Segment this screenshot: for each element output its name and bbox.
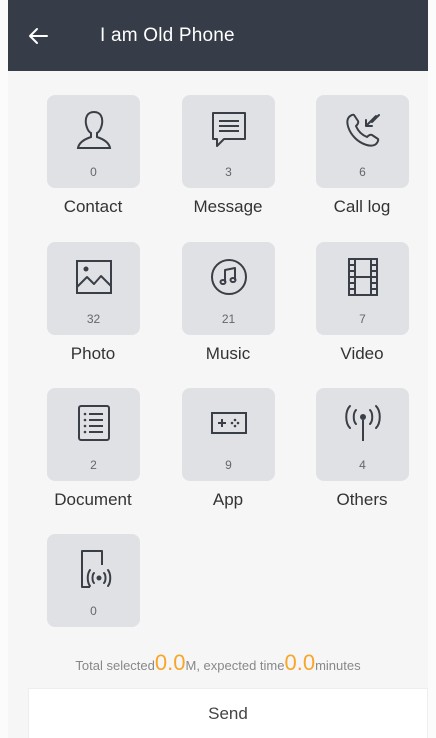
message-count: 3 bbox=[225, 165, 232, 179]
music-count: 21 bbox=[221, 312, 236, 326]
app-header: I am Old Phone bbox=[8, 0, 428, 71]
selection-summary: Total selected0.0M, expected time0.0minu… bbox=[8, 650, 428, 676]
size-unit-text: M, expected time bbox=[185, 658, 285, 673]
person-icon bbox=[71, 107, 117, 153]
others-count: 4 bbox=[359, 458, 366, 472]
arrow-left-icon bbox=[29, 27, 48, 44]
film-icon bbox=[340, 254, 386, 300]
video-tile[interactable]: 7 bbox=[316, 242, 409, 335]
contact-label: Contact bbox=[63, 197, 123, 216]
music-label: Music bbox=[205, 344, 251, 363]
document-count: 2 bbox=[90, 458, 97, 472]
document-tile[interactable]: 2 bbox=[47, 388, 140, 481]
others-label: Others bbox=[336, 490, 388, 509]
expected-time-value: 0.0 bbox=[284, 650, 316, 675]
summary-prefix: Total selected bbox=[75, 658, 155, 673]
image-icon bbox=[71, 254, 117, 300]
back-button[interactable] bbox=[8, 0, 68, 71]
document-label: Document bbox=[54, 490, 132, 509]
document-list-icon bbox=[71, 400, 117, 446]
page-title: I am Old Phone bbox=[100, 24, 235, 46]
music-tile[interactable]: 21 bbox=[182, 242, 275, 335]
time-unit-text: minutes bbox=[315, 658, 361, 673]
call-log-label: Call log bbox=[333, 197, 391, 216]
contact-tile[interactable]: 0 bbox=[47, 95, 140, 188]
others-tile[interactable]: 4 bbox=[316, 388, 409, 481]
phone-signal-icon bbox=[71, 546, 117, 592]
app-tile[interactable]: 9 bbox=[182, 388, 275, 481]
message-label: Message bbox=[193, 197, 263, 216]
app-count: 9 bbox=[225, 458, 232, 472]
gamepad-icon bbox=[206, 400, 252, 446]
right-edge bbox=[428, 0, 436, 738]
call-log-count: 6 bbox=[359, 165, 366, 179]
phone-call-icon bbox=[340, 107, 386, 153]
message-icon bbox=[206, 107, 252, 153]
photo-count: 32 bbox=[86, 312, 101, 326]
antenna-icon bbox=[340, 400, 386, 446]
video-count: 7 bbox=[359, 312, 366, 326]
photo-tile[interactable]: 32 bbox=[47, 242, 140, 335]
music-note-icon bbox=[206, 254, 252, 300]
send-button[interactable]: Send bbox=[28, 688, 428, 738]
app-label: App bbox=[212, 490, 244, 509]
video-label: Video bbox=[340, 344, 384, 363]
left-edge bbox=[0, 0, 8, 738]
contact-count: 0 bbox=[90, 165, 97, 179]
call-log-tile[interactable]: 6 bbox=[316, 95, 409, 188]
message-tile[interactable]: 3 bbox=[182, 95, 275, 188]
selected-size-value: 0.0 bbox=[154, 650, 186, 675]
phone-signal-tile[interactable]: 0 bbox=[47, 534, 140, 627]
photo-label: Photo bbox=[70, 344, 116, 363]
phone-signal-count: 0 bbox=[90, 604, 97, 618]
